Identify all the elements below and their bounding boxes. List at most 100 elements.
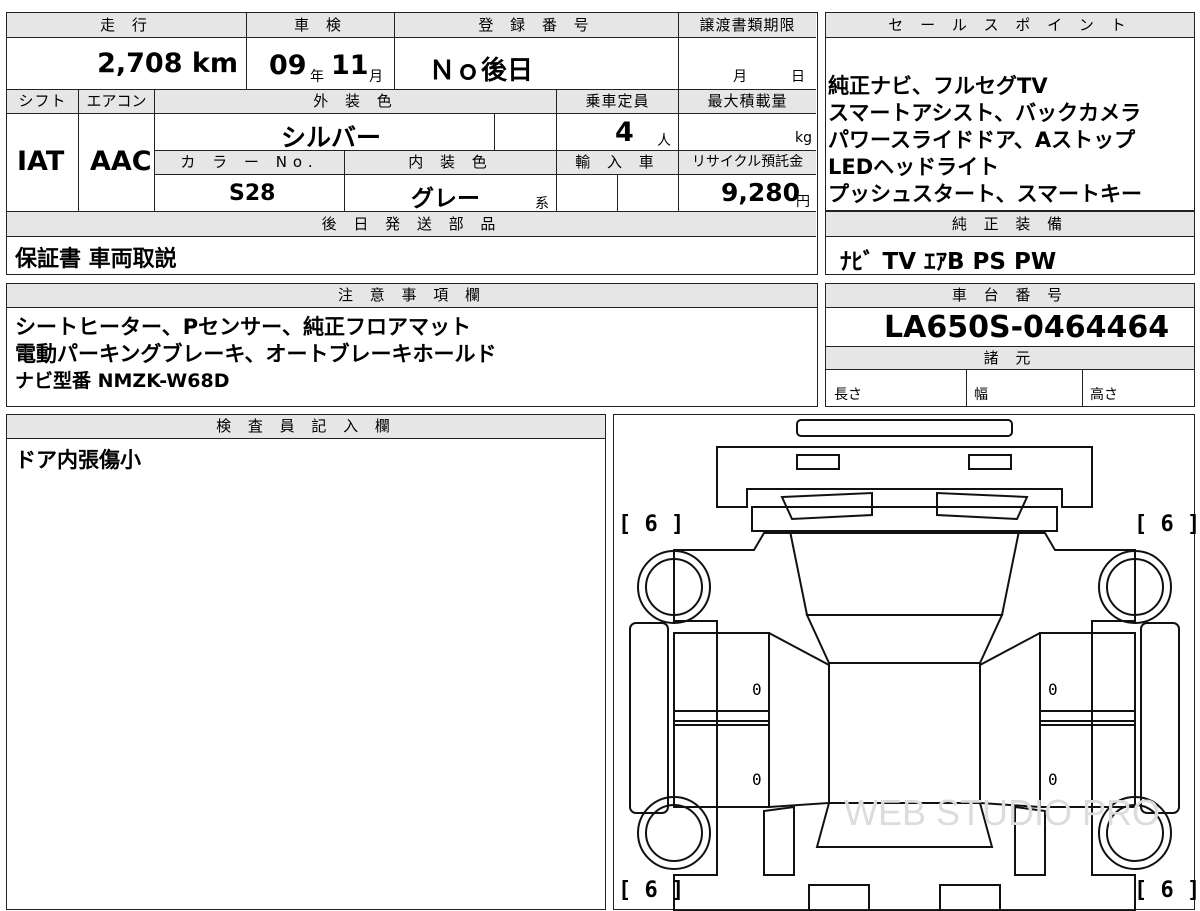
shift-header: シフト	[7, 90, 78, 113]
registration-header-cell: 登 録 番 号	[395, 13, 679, 38]
tire-rear-left-label: [ 6 ]	[618, 878, 684, 903]
hood-part	[716, 446, 1093, 508]
recycle-fee-value: 9,280	[721, 178, 801, 207]
inspection-year-unit: 年	[310, 69, 324, 85]
sales-point-line: パワースライドドア、Aストップ	[828, 128, 1136, 152]
capacity-unit: 人	[657, 133, 671, 149]
standard-equipment-header: 純 正 装 備	[826, 212, 1194, 237]
mileage-value-cell: 2,708 km	[7, 38, 247, 90]
aircon-value: AAC	[90, 146, 152, 177]
inspection-year: 09	[269, 50, 307, 81]
inspection-header: 車 検	[247, 13, 394, 37]
door-mark: 0	[752, 770, 762, 789]
transfer-deadline-header: 譲渡書類期限	[679, 13, 816, 37]
inspection-month-unit: 月	[369, 69, 383, 85]
mileage-header-cell: 走 行	[7, 13, 247, 38]
roof-panel	[828, 662, 981, 804]
registration-value-cell: Ｎｏ後日	[395, 38, 679, 90]
sales-point-line: 純正ナビ、フルセグTV	[828, 74, 1048, 98]
transfer-deadline-header-cell: 譲渡書類期限	[679, 13, 816, 38]
inspector-note: ドア内張傷小	[15, 448, 141, 472]
notes-list: シートヒーター、Pセンサー、純正フロアマット 電動パーキングブレーキ、オートブレ…	[15, 314, 497, 395]
color-no-value: S28	[229, 181, 276, 206]
exterior-color-value: シルバー	[281, 123, 382, 152]
door-mark: 0	[1048, 680, 1058, 699]
sales-points-header: セ ー ル ス ポ イ ン ト	[826, 13, 1194, 38]
later-parts-value: 保証書 車両取説	[15, 247, 177, 272]
chassis-panel: 車 台 番 号 LA650S-0464464 諸 元 長さ 幅 高さ	[825, 283, 1195, 407]
exterior-color-value-cell: シルバー	[155, 114, 495, 152]
exterior-color-header: 外 装 色	[155, 90, 556, 113]
front-right-door	[1039, 632, 1136, 722]
right-pillar	[979, 632, 1041, 808]
sales-point-line: スマートアシスト、バックカメラ	[828, 101, 1142, 125]
capacity-header-cell: 乗車定員	[557, 90, 679, 114]
aircon-value-cell: AAC	[79, 114, 155, 212]
later-parts-header: 後 日 発 送 部 品	[7, 212, 816, 237]
windshield	[788, 530, 1021, 616]
shift-value: IAT	[17, 146, 65, 177]
auction-sheet: 走 行 車 検 登 録 番 号 譲渡書類期限 2,708 km 09 年 11 …	[0, 0, 1200, 911]
door-mark: 0	[752, 680, 762, 699]
recycle-fee-unit: 円	[796, 194, 810, 210]
tire-rear-right-label: [ 6 ]	[1134, 878, 1196, 903]
spec-length-label: 長さ	[834, 387, 862, 403]
mileage-value: 2,708 km	[97, 48, 238, 79]
standard-equipment-panel: 純 正 装 備 ﾅﾋﾞ TV ｴｱB PS PW	[825, 211, 1195, 275]
chassis-header: 車 台 番 号	[826, 284, 1194, 308]
left-fender	[629, 622, 669, 814]
max-load-value-cell: kg	[679, 114, 816, 151]
registration-value: Ｎｏ後日	[429, 56, 534, 86]
inspection-value-cell: 09 年 11 月	[247, 38, 395, 90]
import-header: 輸 入 車	[557, 151, 678, 174]
recycle-fee-value-cell: 9,280 円	[679, 175, 816, 212]
car-diagram: 0 0 0 0 [ 6 ] [ 6 ] [ 6 ] [ 6 ] WEB STUD…	[618, 419, 1196, 911]
registration-header: 登 録 番 号	[395, 13, 678, 37]
sales-points-list: 純正ナビ、フルセグTV スマートアシスト、バックカメラ パワースライドドア、Aス…	[828, 73, 1142, 208]
car-diagram-panel: 0 0 0 0 [ 6 ] [ 6 ] [ 6 ] [ 6 ] WEB STUD…	[613, 414, 1196, 911]
import-header-cell: 輸 入 車	[557, 151, 679, 175]
transfer-day-unit: 日	[791, 69, 805, 85]
rear-bumper-part	[808, 884, 870, 911]
import-value-cell-b	[618, 175, 679, 212]
interior-color-header: 内 装 色	[345, 151, 556, 174]
fog-lamp-left	[796, 454, 840, 470]
color-no-header-cell: カ ラ ー No.	[155, 151, 345, 175]
recycle-fee-header: リサイクル預託金	[679, 151, 816, 174]
aircon-header-cell: エアコン	[79, 90, 155, 114]
sales-point-line: プッシュスタート、スマートキー	[828, 182, 1142, 206]
roof-front	[805, 614, 1004, 664]
max-load-unit: kg	[795, 130, 812, 146]
capacity-value: 4	[615, 117, 634, 148]
transfer-month-unit: 月	[733, 69, 747, 85]
max-load-header-cell: 最大積載量	[679, 90, 816, 114]
rear-bumper-part-right	[939, 884, 1001, 911]
left-pillar	[768, 632, 830, 808]
shift-value-cell: IAT	[7, 114, 79, 212]
notes-line: シートヒーター、Pセンサー、純正フロアマット	[15, 315, 471, 339]
right-fender	[1140, 622, 1180, 814]
sales-point-line: LEDヘッドライト	[828, 155, 1000, 179]
standard-equipment-value: ﾅﾋﾞ TV ｴｱB PS PW	[840, 249, 1057, 275]
inspection-header-cell: 車 検	[247, 13, 395, 38]
recycle-fee-header-cell: リサイクル預託金	[679, 151, 816, 175]
color-no-header: カ ラ ー No.	[155, 151, 344, 174]
vehicle-info-table: 走 行 車 検 登 録 番 号 譲渡書類期限 2,708 km 09 年 11 …	[6, 12, 818, 275]
inspection-month: 11	[331, 50, 369, 81]
spec-height-label: 高さ	[1090, 387, 1118, 403]
interior-color-value-cell: グレー 系	[345, 175, 557, 212]
shift-header-cell: シフト	[7, 90, 79, 114]
inspector-panel: 検 査 員 記 入 欄 ドア内張傷小	[6, 414, 606, 910]
capacity-header: 乗車定員	[557, 90, 678, 113]
chassis-number: LA650S-0464464	[884, 310, 1170, 345]
aircon-header: エアコン	[79, 90, 154, 113]
interior-color-value: グレー	[411, 186, 480, 212]
front-left-door	[673, 632, 770, 722]
capacity-value-cell: 4 人	[557, 114, 679, 151]
specs-header: 諸 元	[826, 346, 1194, 370]
front-bumper-part	[796, 419, 1013, 437]
rear-left-door	[673, 720, 770, 808]
tire-front-right-label: [ 6 ]	[1134, 512, 1196, 537]
inspector-header: 検 査 員 記 入 欄	[7, 415, 605, 439]
max-load-header: 最大積載量	[679, 90, 816, 113]
